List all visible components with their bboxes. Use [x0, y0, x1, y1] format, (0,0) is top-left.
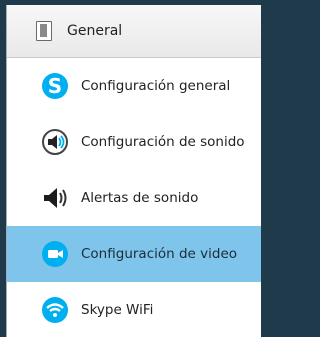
video-icon [40, 239, 70, 269]
menu-item-label: Configuración de sonido [81, 134, 245, 150]
skype-icon: S [40, 71, 70, 101]
menu-item-video-settings[interactable]: Configuración de video [7, 226, 261, 282]
section-header-general[interactable]: General [7, 5, 261, 58]
wifi-icon [40, 295, 70, 325]
general-icon [36, 21, 52, 41]
menu-item-general-settings[interactable]: S Configuración general [7, 58, 261, 114]
menu-item-label: Configuración de video [81, 246, 238, 262]
speaker-icon [40, 183, 70, 213]
settings-panel: General S Configuración general Configur… [6, 5, 261, 337]
menu-item-label: Configuración general [81, 78, 231, 94]
svg-text:S: S [48, 74, 62, 98]
menu-item-sound-alerts[interactable]: Alertas de sonido [7, 170, 261, 226]
section-header-label: General [67, 23, 123, 39]
menu-item-label: Skype WiFi [81, 302, 154, 318]
menu-item-label: Alertas de sonido [81, 190, 199, 206]
sound-settings-icon [40, 127, 70, 157]
menu-item-sound-settings[interactable]: Configuración de sonido [7, 114, 261, 170]
menu-item-skype-wifi[interactable]: Skype WiFi [7, 282, 261, 337]
